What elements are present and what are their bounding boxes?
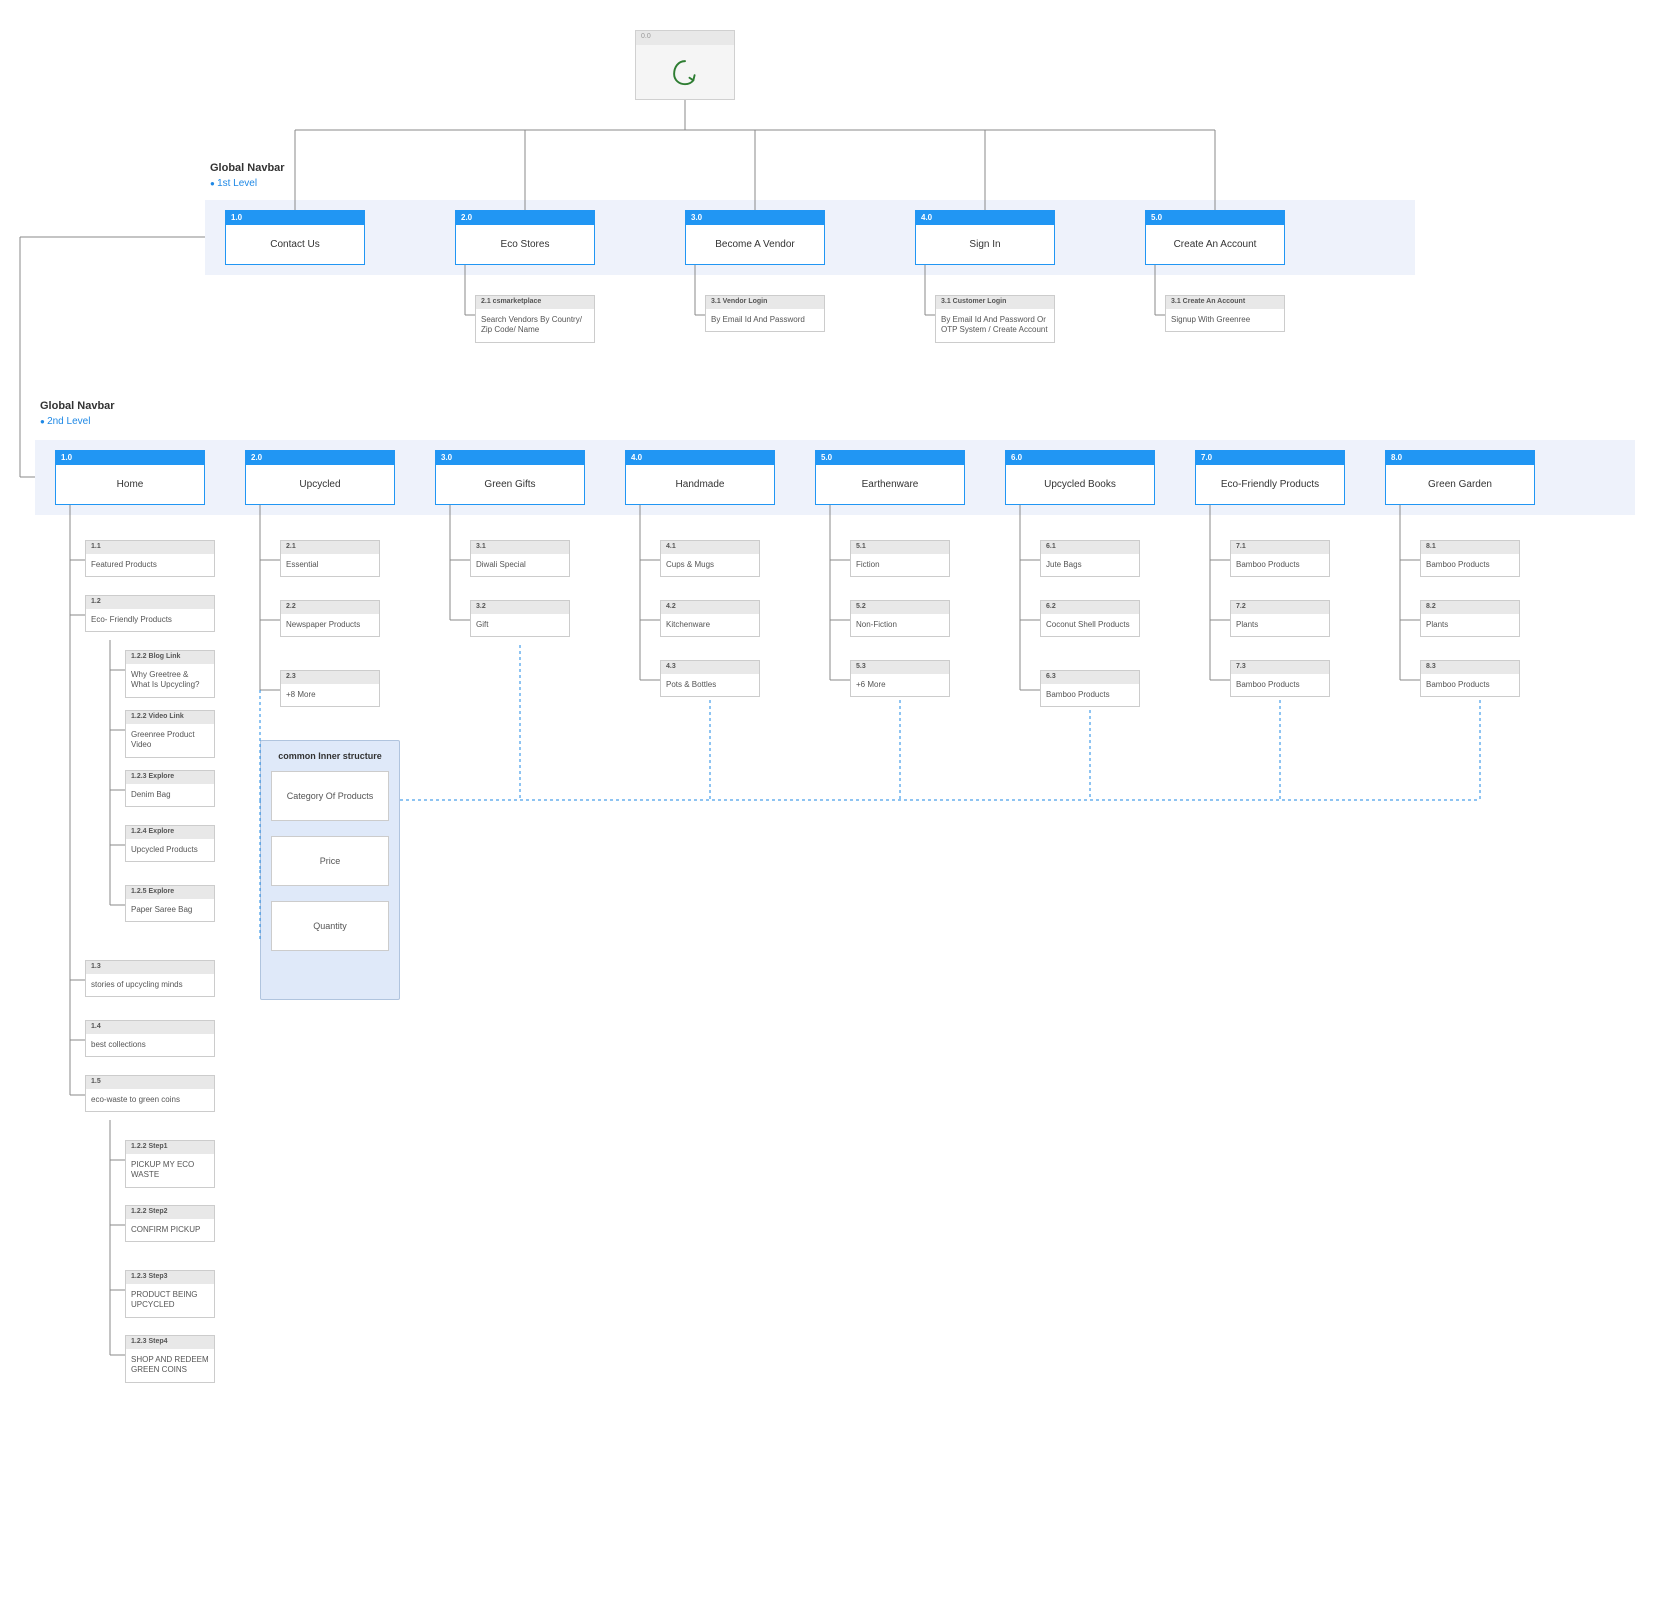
- earth-nonfiction: 5.2 Non-Fiction: [850, 600, 950, 637]
- home-step1: 1.2.2 Step1 PICKUP MY ECO WASTE: [125, 1140, 215, 1188]
- books-bamboo: 6.3 Bamboo Products: [1040, 670, 1140, 707]
- home-ecofriendly: 1.2 Eco- Friendly Products: [85, 595, 215, 632]
- nav-handmade[interactable]: 4.0 Handmade: [625, 450, 775, 505]
- level-badge-2: 2nd Level: [40, 416, 90, 427]
- books-coconut: 6.2 Coconut Shell Products: [1040, 600, 1140, 637]
- nav-earthenware[interactable]: 5.0 Earthenware: [815, 450, 965, 505]
- home-step4: 1.2.3 Step4 SHOP AND REDEEM GREEN COINS: [125, 1335, 215, 1383]
- home-explore-upcycled: 1.2.4 Explore Upcycled Products: [125, 825, 215, 862]
- garden-bamboo: 8.1 Bamboo Products: [1420, 540, 1520, 577]
- sub-vendor-login: 3.1 Vendor Login By Email Id And Passwor…: [705, 295, 825, 332]
- eco-bamboo: 7.1 Bamboo Products: [1230, 540, 1330, 577]
- nav-green-gifts[interactable]: 3.0 Green Gifts: [435, 450, 585, 505]
- handmade-kitchen: 4.2 Kitchenware: [660, 600, 760, 637]
- inner-quantity: Quantity: [271, 901, 389, 951]
- greengifts-diwali: 3.1 Diwali Special: [470, 540, 570, 577]
- home-step3: 1.2.3 Step3 PRODUCT BEING UPCYCLED: [125, 1270, 215, 1318]
- greenree-logo-icon: [669, 56, 701, 88]
- handmade-pots: 4.3 Pots & Bottles: [660, 660, 760, 697]
- handmade-cups: 4.1 Cups & Mugs: [660, 540, 760, 577]
- home-ecowaste: 1.5 eco-waste to green coins: [85, 1075, 215, 1112]
- nav-eco-friendly[interactable]: 7.0 Eco-Friendly Products: [1195, 450, 1345, 505]
- upcycled-more: 2.3 +8 More: [280, 670, 380, 707]
- level-badge-1: 1st Level: [210, 178, 257, 189]
- root-id: 0.0: [636, 31, 734, 45]
- sub-customer-login: 3.1 Customer Login By Email Id And Passw…: [935, 295, 1055, 343]
- inner-price: Price: [271, 836, 389, 886]
- nav-eco-stores[interactable]: 2.0 Eco Stores: [455, 210, 595, 265]
- nav-contact-us[interactable]: 1.0 Contact Us: [225, 210, 365, 265]
- home-explore-denim: 1.2.3 Explore Denim Bag: [125, 770, 215, 807]
- inner-title: common Inner structure: [271, 751, 389, 761]
- books-jute: 6.1 Jute Bags: [1040, 540, 1140, 577]
- eco-bamboo2: 7.3 Bamboo Products: [1230, 660, 1330, 697]
- sub-csmarketplace: 2.1 csmarketplace Search Vendors By Coun…: [475, 295, 595, 343]
- nav-upcycled-books[interactable]: 6.0 Upcycled Books: [1005, 450, 1155, 505]
- garden-bamboo2: 8.3 Bamboo Products: [1420, 660, 1520, 697]
- inner-category: Category Of Products: [271, 771, 389, 821]
- home-collections: 1.4 best collections: [85, 1020, 215, 1057]
- eco-plants: 7.2 Plants: [1230, 600, 1330, 637]
- upcycled-essential: 2.1 Essential: [280, 540, 380, 577]
- greengifts-gift: 3.2 Gift: [470, 600, 570, 637]
- logo-container: [636, 45, 734, 99]
- garden-plants: 8.2 Plants: [1420, 600, 1520, 637]
- nav-upcycled[interactable]: 2.0 Upcycled: [245, 450, 395, 505]
- home-step2: 1.2.2 Step2 CONFIRM PICKUP: [125, 1205, 215, 1242]
- root-node: 0.0: [635, 30, 735, 100]
- home-video-link: 1.2.2 Video Link Greenree Product Video: [125, 710, 215, 758]
- nav-home[interactable]: 1.0 Home: [55, 450, 205, 505]
- home-featured: 1.1 Featured Products: [85, 540, 215, 577]
- home-blog-link: 1.2.2 Blog Link Why Greetree & What Is U…: [125, 650, 215, 698]
- common-inner-structure: common Inner structure Category Of Produ…: [260, 740, 400, 1000]
- section-label-navbar-1: Global Navbar: [210, 162, 285, 174]
- earth-fiction: 5.1 Fiction: [850, 540, 950, 577]
- home-stories: 1.3 stories of upcycling minds: [85, 960, 215, 997]
- home-explore-paper: 1.2.5 Explore Paper Saree Bag: [125, 885, 215, 922]
- earth-more: 5.3 +6 More: [850, 660, 950, 697]
- nav-green-garden[interactable]: 8.0 Green Garden: [1385, 450, 1535, 505]
- nav-sign-in[interactable]: 4.0 Sign In: [915, 210, 1055, 265]
- sub-create-account: 3.1 Create An Account Signup With Greenr…: [1165, 295, 1285, 332]
- nav-become-vendor[interactable]: 3.0 Become A Vendor: [685, 210, 825, 265]
- nav-create-account[interactable]: 5.0 Create An Account: [1145, 210, 1285, 265]
- section-label-navbar-2: Global Navbar: [40, 400, 115, 412]
- upcycled-newspaper: 2.2 Newspaper Products: [280, 600, 380, 637]
